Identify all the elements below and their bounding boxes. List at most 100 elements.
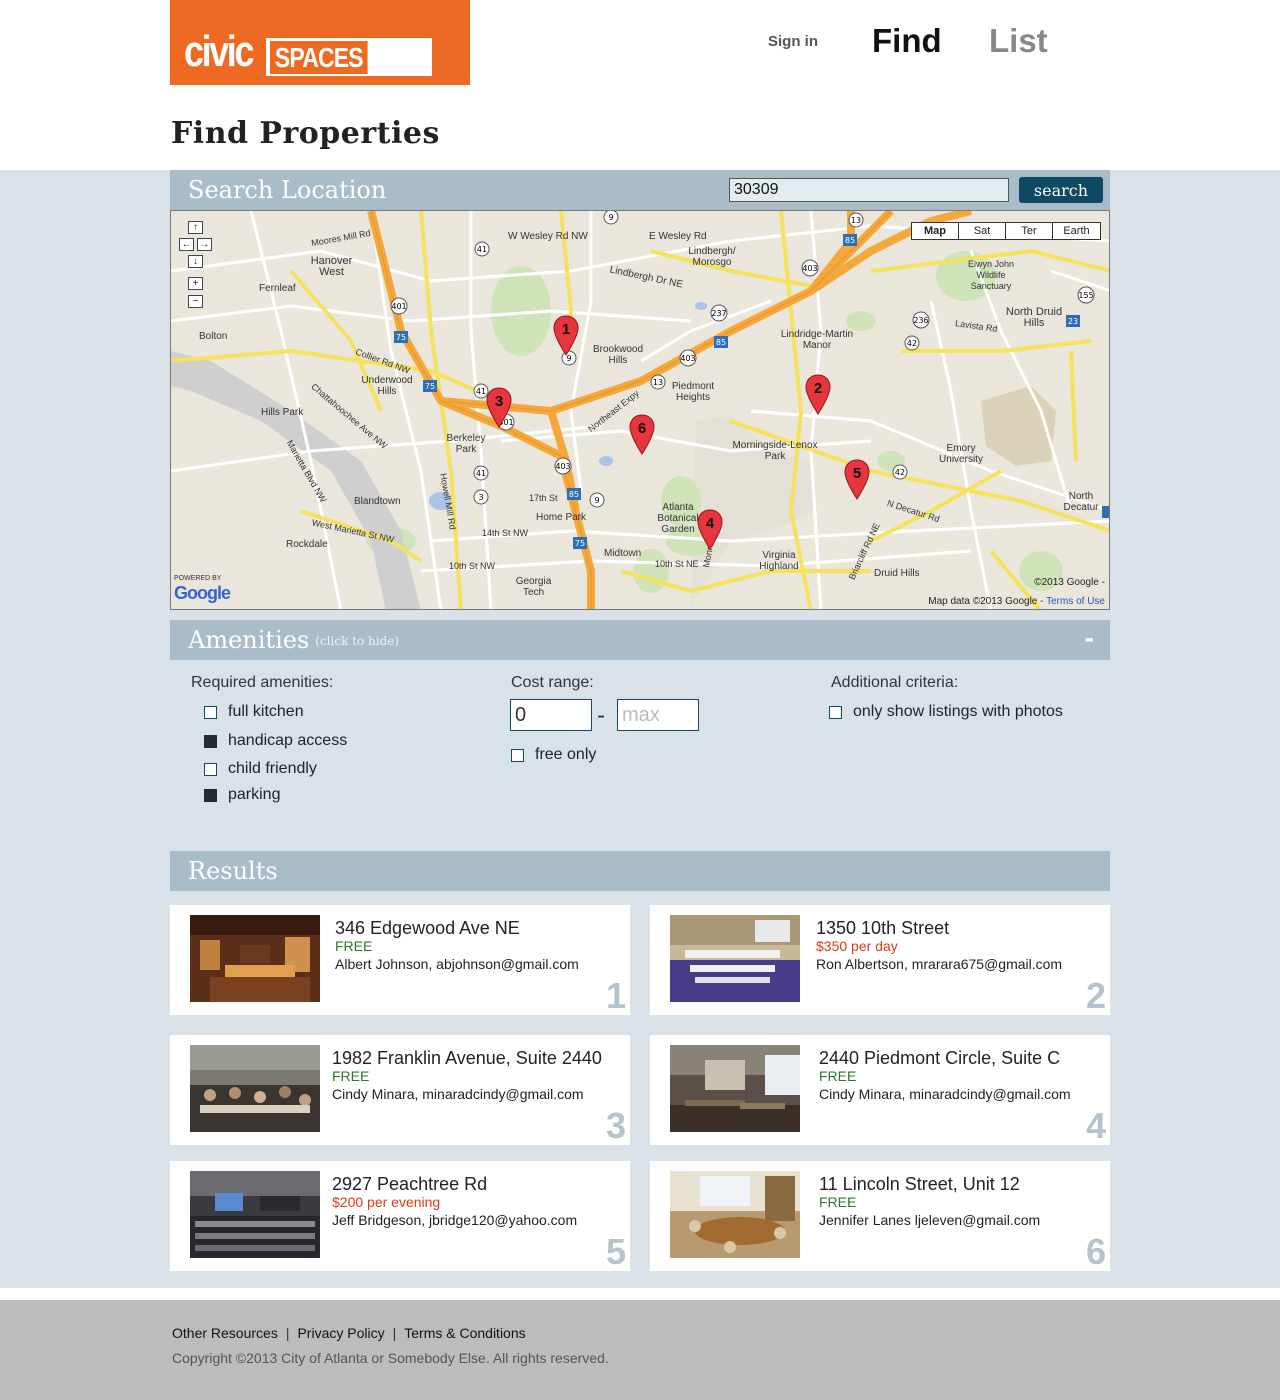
amenity-full-kitchen[interactable]: full kitchen bbox=[204, 702, 304, 722]
amenities-collapse-toggle[interactable]: - bbox=[1085, 622, 1094, 654]
nav-find-link[interactable]: Find bbox=[872, 22, 942, 60]
terms-of-use-link[interactable]: Terms of Use bbox=[1046, 596, 1105, 607]
pan-up-button[interactable]: ↑ bbox=[188, 221, 203, 234]
pan-down-button[interactable]: ↓ bbox=[188, 255, 203, 268]
listing-contact: Albert Johnson, abjohnson@gmail.com bbox=[335, 956, 579, 972]
listing-address: 2440 Piedmont Circle, Suite C bbox=[819, 1048, 1061, 1068]
listing-address: 1982 Franklin Avenue, Suite 2440 bbox=[332, 1048, 602, 1068]
map-marker-6[interactable]: 6 bbox=[629, 414, 655, 456]
sign-in-link[interactable]: Sign in bbox=[768, 33, 818, 50]
listing-contact: Cindy Minara, minaradcindy@gmail.com bbox=[332, 1086, 584, 1102]
map-marker-5[interactable]: 5 bbox=[844, 459, 870, 501]
site-footer: Other Resources | Privacy Policy | Terms & C… bbox=[0, 1300, 1280, 1400]
listing-price: FREE bbox=[819, 1194, 857, 1210]
map-marker-3[interactable]: 3 bbox=[486, 387, 512, 429]
svg-text:3: 3 bbox=[478, 493, 483, 502]
amenities-bar[interactable]: Amenities (click to hide) - bbox=[170, 620, 1110, 660]
svg-text:403: 403 bbox=[802, 264, 817, 273]
map-label: 14th St NW bbox=[482, 528, 529, 538]
svg-text:403: 403 bbox=[555, 462, 570, 471]
listing-photo[interactable] bbox=[190, 1171, 320, 1258]
map-label: W Wesley Rd NW bbox=[508, 231, 588, 242]
search-location-bar: Search Location search bbox=[170, 170, 1110, 210]
terms-conditions-link[interactable]: Terms & Conditions bbox=[404, 1325, 525, 1341]
map[interactable]: 9 41 401 237 403 13 403 13 236 42 42 155… bbox=[170, 210, 1110, 610]
map-marker-1[interactable]: 1 bbox=[553, 315, 579, 357]
checkbox-label: free only bbox=[535, 746, 597, 763]
listing-number: 6 bbox=[1085, 1231, 1106, 1272]
map-label: Morningside-Lenox Park bbox=[732, 440, 818, 462]
pan-left-button[interactable]: ← bbox=[179, 238, 194, 251]
map-marker-2[interactable]: 2 bbox=[805, 374, 831, 416]
photos-only-option[interactable]: only show listings with photos bbox=[829, 702, 1063, 722]
logo-spaces-box: SPACES bbox=[266, 38, 432, 76]
result-card-5[interactable]: 2927 Peachtree Rd $200 per evening Jeff … bbox=[170, 1161, 630, 1271]
listing-photo[interactable] bbox=[190, 1045, 320, 1132]
listing-number: 2 bbox=[1085, 975, 1106, 1016]
svg-text:85: 85 bbox=[716, 338, 726, 347]
map-type-sat[interactable]: Sat bbox=[959, 223, 1006, 239]
svg-text:41: 41 bbox=[477, 245, 487, 254]
result-card-6[interactable]: 11 Lincoln Street, Unit 12 FREE Jennifer… bbox=[650, 1161, 1110, 1271]
listing-address: 346 Edgewood Ave NE bbox=[335, 918, 520, 938]
footer-separator: | bbox=[392, 1325, 397, 1341]
svg-text:75: 75 bbox=[575, 539, 585, 548]
map-type-earth[interactable]: Earth bbox=[1053, 223, 1100, 239]
logo-civic-text: civic bbox=[184, 27, 254, 76]
checkbox[interactable] bbox=[204, 734, 217, 748]
map-label: Lindridge-Martin Manor bbox=[780, 329, 854, 351]
search-button[interactable]: search bbox=[1019, 177, 1103, 203]
amenity-parking[interactable]: parking bbox=[204, 785, 280, 805]
checkbox-label: child friendly bbox=[228, 760, 317, 777]
location-search-input[interactable] bbox=[729, 178, 1009, 202]
listing-number: 1 bbox=[605, 975, 626, 1016]
result-card-1[interactable]: 346 Edgewood Ave NE FREE Albert Johnson,… bbox=[170, 905, 630, 1015]
zoom-out-button[interactable]: − bbox=[188, 295, 203, 308]
checkbox[interactable] bbox=[829, 705, 842, 719]
nav-list-link[interactable]: List bbox=[989, 22, 1048, 60]
free-only-option[interactable]: free only bbox=[511, 745, 596, 765]
map-label: Blandtown bbox=[354, 496, 401, 507]
result-card-3[interactable]: 1982 Franklin Avenue, Suite 2440 FREE Ci… bbox=[170, 1035, 630, 1145]
listing-contact: Jennifer Lanes ljeleven@gmail.com bbox=[819, 1212, 1041, 1228]
listing-number: 3 bbox=[605, 1105, 626, 1146]
amenities-hide-hint[interactable]: (click to hide) bbox=[315, 634, 399, 648]
amenities-title: Amenities (click to hide) bbox=[188, 626, 399, 654]
privacy-policy-link[interactable]: Privacy Policy bbox=[297, 1325, 384, 1341]
checkbox[interactable] bbox=[204, 705, 217, 719]
listing-photo[interactable] bbox=[190, 915, 320, 1002]
cost-max-input[interactable] bbox=[617, 699, 699, 731]
listing-photo[interactable] bbox=[670, 1171, 800, 1258]
checkbox[interactable] bbox=[204, 788, 217, 802]
map-label: Midtown bbox=[604, 548, 642, 559]
map-label: Elwyn John Wildlife Sanctuary bbox=[967, 259, 1015, 291]
map-marker-4[interactable]: 4 bbox=[697, 509, 723, 551]
listing-price: $350 per day bbox=[816, 938, 898, 954]
checkbox[interactable] bbox=[204, 762, 217, 776]
map-type-ter[interactable]: Ter bbox=[1006, 223, 1053, 239]
svg-text:23: 23 bbox=[1068, 317, 1078, 326]
map-label: Underwood Hills bbox=[361, 375, 413, 397]
pan-right-button[interactable]: → bbox=[197, 238, 212, 251]
google-logo[interactable]: Google bbox=[174, 583, 231, 604]
listing-price: FREE bbox=[819, 1068, 857, 1084]
result-card-4[interactable]: 2440 Piedmont Circle, Suite C FREE Cindy… bbox=[650, 1035, 1110, 1145]
listing-photo[interactable] bbox=[670, 915, 800, 1002]
map-data-attribution: Map data ©2013 Google - Terms of Use bbox=[928, 596, 1105, 607]
listing-price: FREE bbox=[332, 1068, 370, 1084]
marker-number: 6 bbox=[637, 420, 647, 437]
result-card-2[interactable]: 1350 10th Street $350 per day Ron Albert… bbox=[650, 905, 1110, 1015]
map-type-map[interactable]: Map bbox=[912, 223, 959, 239]
amenity-handicap-access[interactable]: handicap access bbox=[204, 731, 347, 751]
listing-photo[interactable] bbox=[670, 1045, 800, 1132]
amenity-child-friendly[interactable]: child friendly bbox=[204, 759, 317, 779]
site-header: civic SPACES Sign in Find List Find Prop… bbox=[0, 0, 1280, 170]
checkbox[interactable] bbox=[511, 748, 524, 762]
civic-spaces-logo[interactable]: civic SPACES bbox=[170, 0, 470, 85]
other-resources-link[interactable]: Other Resources bbox=[172, 1325, 278, 1341]
cost-min-input[interactable] bbox=[510, 699, 592, 731]
map-copyright: ©2013 Google - bbox=[1034, 577, 1105, 588]
zoom-in-button[interactable]: + bbox=[188, 277, 203, 290]
results-bar: Results bbox=[170, 851, 1110, 891]
marker-number: 5 bbox=[852, 465, 862, 482]
